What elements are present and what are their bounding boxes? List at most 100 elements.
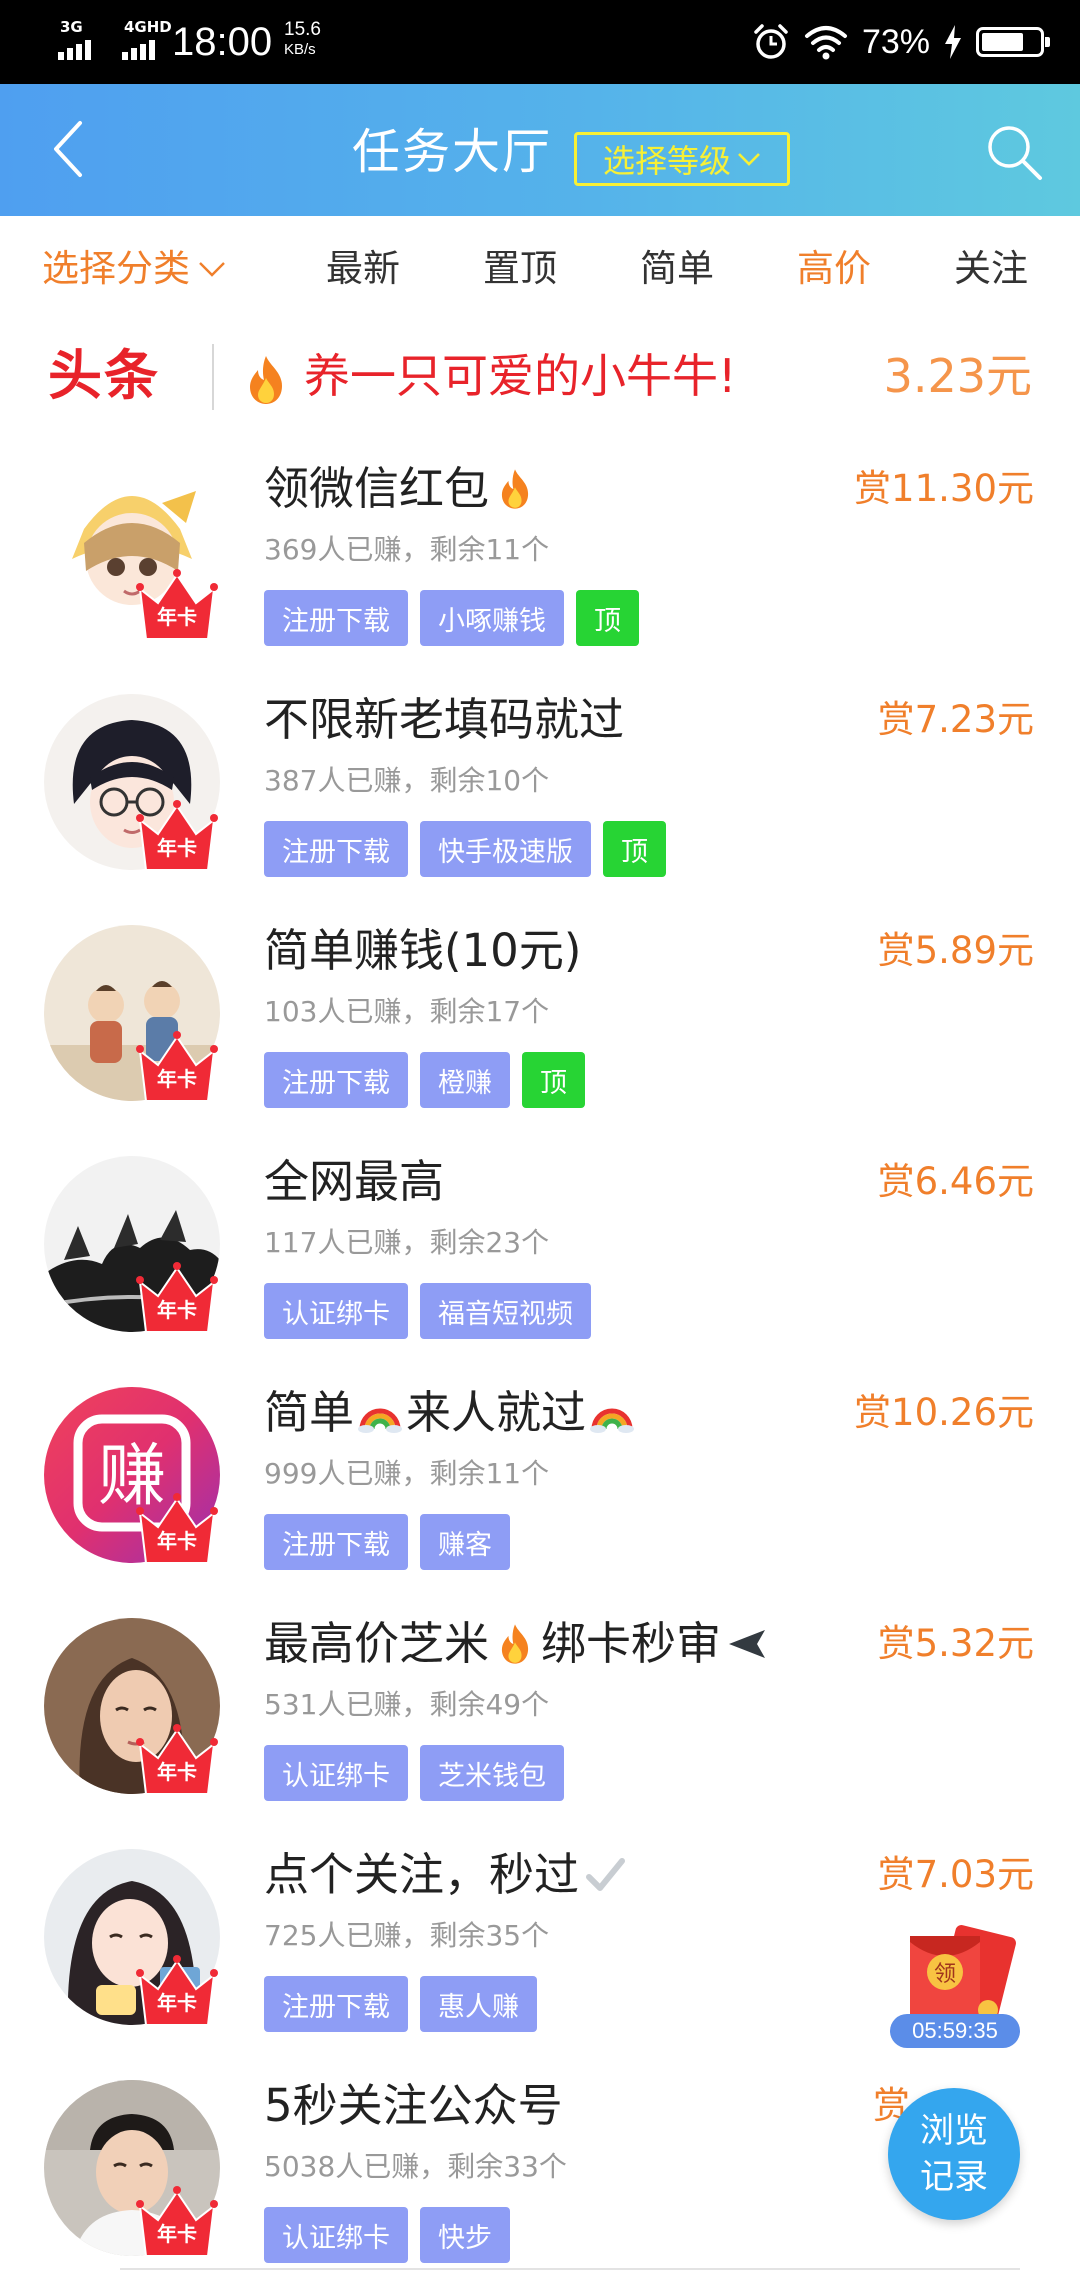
headline-price: 3.23元 <box>883 349 1032 403</box>
task-tag: 注册下载 <box>264 1514 408 1570</box>
tab-latest[interactable]: 最新 <box>326 244 400 294</box>
task-tag: 快步 <box>420 2207 510 2263</box>
signal-4g-icon: 4GHD <box>122 18 172 60</box>
task-title: 不限新老填码就过 <box>264 693 625 746</box>
badge-label: 年卡 <box>157 1529 197 1553</box>
task-reward: 赏7.03元 <box>877 1853 1034 1896</box>
alarm-icon <box>754 24 788 59</box>
task-title: 最高价芝米 绑卡秒审 <box>264 1613 773 1675</box>
task-item[interactable]: 年卡 全网最高 117人已赚，剩余23个 认证绑卡 福音短视频 赏6.46元 <box>0 1143 1080 1374</box>
task-item[interactable]: 年卡 不限新老填码就过 387人已赚，剩余10个 注册下载 快手极速版 顶 赏7… <box>0 681 1080 912</box>
task-tag: 小啄赚钱 <box>420 590 564 646</box>
task-reward: 赏10.26元 <box>854 1391 1034 1434</box>
chevron-down-icon <box>199 262 225 277</box>
task-title: 全网最高 <box>264 1155 445 1208</box>
tab-high-price[interactable]: 高价 <box>797 244 871 294</box>
vip-badge: 年卡 <box>136 1491 218 1567</box>
rainbow-icon <box>354 1385 406 1441</box>
avatar: 年卡 <box>44 1156 220 1333</box>
task-title: 5秒关注公众号 <box>264 2079 563 2132</box>
task-stats: 5038人已赚，剩余33个 <box>264 2150 567 2183</box>
vip-badge: 年卡 <box>136 2184 218 2260</box>
vip-badge: 年卡 <box>136 567 218 643</box>
task-item[interactable]: 年卡 最高价芝米 绑卡秒审 531人已赚，剩余49个 认证绑卡 芝米钱包 赏5.… <box>0 1605 1080 1836</box>
pinned-tag: 顶 <box>576 590 639 646</box>
signal-indicators: 3G 4GHD <box>58 18 172 60</box>
fire-icon <box>250 356 282 404</box>
tab-follow[interactable]: 关注 <box>954 244 1028 294</box>
checkmark-icon <box>579 1847 631 1903</box>
task-tag: 赚客 <box>420 1514 510 1570</box>
badge-label: 年卡 <box>157 1067 197 1091</box>
fire-icon <box>489 1616 541 1672</box>
task-tags: 注册下载 惠人赚 <box>264 1976 537 2032</box>
task-tag: 芝米钱包 <box>420 1745 564 1801</box>
app-header: 任务大厅 选择等级 <box>0 84 1080 216</box>
signal-3g-icon: 3G <box>58 18 104 60</box>
badge-label: 年卡 <box>157 836 197 860</box>
search-icon <box>988 126 1042 180</box>
badge-label: 年卡 <box>157 1991 197 2015</box>
task-tag: 注册下载 <box>264 590 408 646</box>
tab-select-category[interactable]: 选择分类 <box>42 244 226 294</box>
browse-history-button[interactable]: 浏览 记录 <box>888 2088 1020 2220</box>
task-tag: 福音短视频 <box>420 1283 591 1339</box>
headline-banner[interactable]: 头条 养一只可爱的小牛牛! 3.23元 <box>0 320 1080 430</box>
task-tags: 认证绑卡 芝米钱包 <box>264 1745 564 1801</box>
packet-label: 领 <box>934 1962 956 1987</box>
task-stats: 387人已赚，剩余10个 <box>264 764 550 797</box>
pinned-tag: 顶 <box>522 1052 585 1108</box>
task-title: 简单赚钱(10元) <box>264 924 582 977</box>
back-button[interactable] <box>38 114 98 184</box>
task-reward: 赏11.30元 <box>854 467 1034 510</box>
task-tags: 注册下载 赚客 <box>264 1514 510 1570</box>
task-tag: 注册下载 <box>264 1976 408 2032</box>
task-item[interactable]: 年卡 简单赚钱(10元) 103人已赚，剩余17个 注册下载 橙赚 顶 赏5.8… <box>0 912 1080 1143</box>
avatar: 年卡 <box>44 2080 220 2257</box>
task-reward: 赏5.89元 <box>877 929 1034 972</box>
wifi-icon <box>804 26 847 60</box>
task-tags: 认证绑卡 快步 <box>264 2207 510 2263</box>
divider <box>212 344 214 410</box>
status-bar: 3G 4GHD 18:00 15.6 KB/s 73% <box>0 0 1080 84</box>
task-reward: 赏5.32元 <box>877 1622 1034 1665</box>
task-tag: 认证绑卡 <box>264 2207 408 2263</box>
airplane-icon <box>721 1616 773 1672</box>
rainbow-icon <box>586 1385 638 1441</box>
task-reward: 赏7.23元 <box>877 698 1034 741</box>
tab-pinned[interactable]: 置顶 <box>483 244 557 294</box>
avatar: 年卡 <box>44 1618 220 1795</box>
vip-badge: 年卡 <box>136 798 218 874</box>
level-select-button[interactable]: 选择等级 <box>574 132 790 186</box>
task-stats: 369人已赚，剩余11个 <box>264 533 550 566</box>
task-tags: 注册下载 快手极速版 顶 <box>264 821 666 877</box>
task-stats: 999人已赚，剩余11个 <box>264 1457 550 1490</box>
avatar: 年卡 <box>44 1849 220 2026</box>
fire-icon <box>489 461 541 517</box>
task-tags: 注册下载 橙赚 顶 <box>264 1052 585 1108</box>
category-tabs: 选择分类 最新 置顶 简单 高价 关注 <box>0 216 1080 320</box>
task-tag: 橙赚 <box>420 1052 510 1108</box>
avatar: 年卡 <box>44 694 220 871</box>
tab-simple[interactable]: 简单 <box>640 244 714 294</box>
task-tag: 快手极速版 <box>420 821 591 877</box>
task-item[interactable]: 赚 年卡 简单 来人就过 999人已赚，剩余11个 注册下载 赚客 赏10.26… <box>0 1374 1080 1605</box>
page-title: 任务大厅 <box>352 124 553 180</box>
badge-label: 年卡 <box>157 2222 197 2246</box>
vip-badge: 年卡 <box>136 1722 218 1798</box>
badge-label: 年卡 <box>157 1760 197 1784</box>
task-item[interactable]: 年卡 领微信红包 369人已赚，剩余11个 注册下载 小啄赚钱 顶 赏11.30… <box>0 450 1080 681</box>
task-title: 点个关注，秒过 <box>264 1844 631 1906</box>
task-tags: 认证绑卡 福音短视频 <box>264 1283 591 1339</box>
status-right: 73% <box>752 18 1050 66</box>
avatar: 赚 年卡 <box>44 1387 220 1564</box>
badge-label: 年卡 <box>157 1298 197 1322</box>
countdown-timer: 05:59:35 <box>890 2014 1020 2048</box>
battery-percent: 73% <box>861 22 930 61</box>
headline-logo: 头条 <box>48 344 160 407</box>
task-stats: 117人已赚，剩余23个 <box>264 1226 550 1259</box>
task-tag: 注册下载 <box>264 1052 408 1108</box>
search-button[interactable] <box>982 120 1046 184</box>
pinned-tag: 顶 <box>603 821 666 877</box>
task-tag: 认证绑卡 <box>264 1283 408 1339</box>
